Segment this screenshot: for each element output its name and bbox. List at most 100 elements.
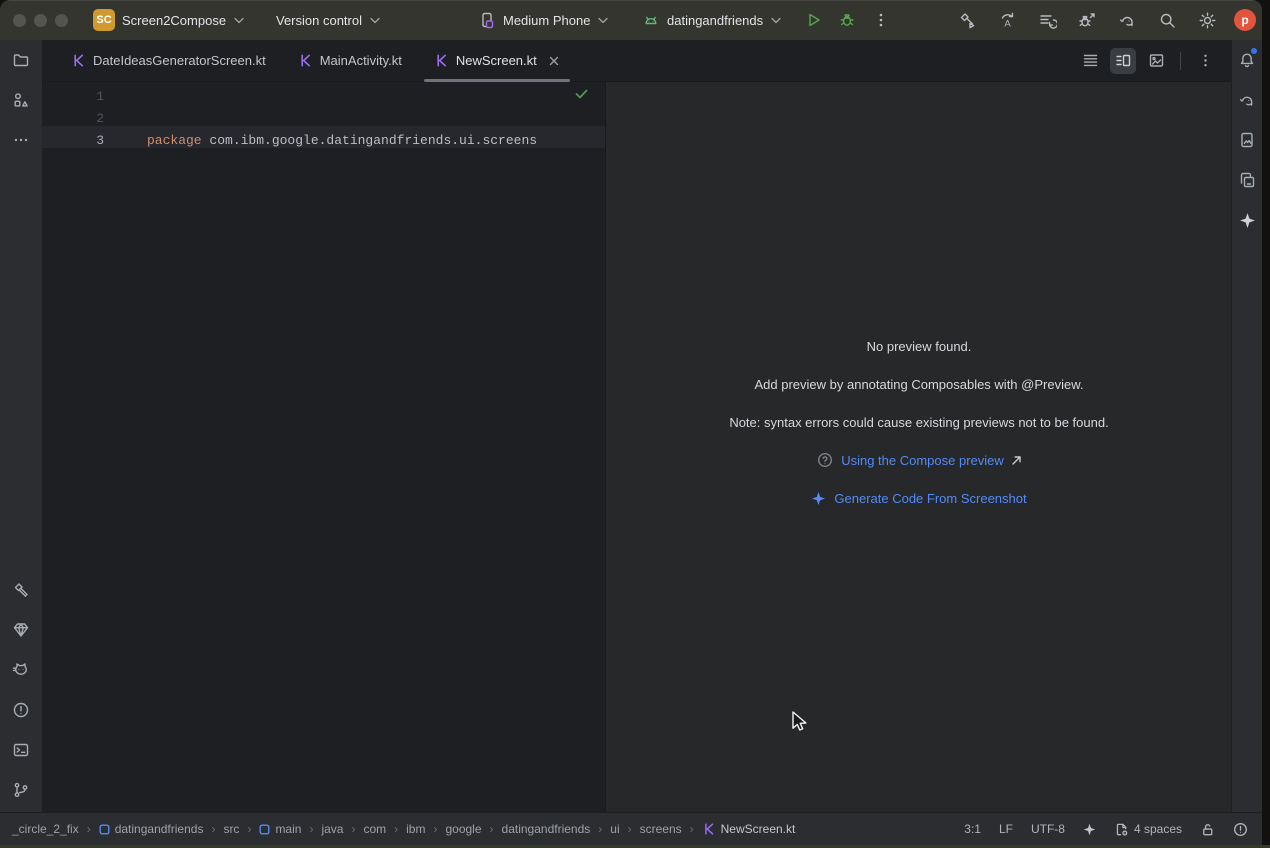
- problems-alert-icon[interactable]: [1, 690, 41, 730]
- breadcrumb-item[interactable]: java: [321, 822, 343, 836]
- divider: [1180, 52, 1181, 70]
- breadcrumb-separator: ›: [87, 822, 91, 836]
- generate-code-from-screenshot-link[interactable]: Generate Code From Screenshot: [811, 489, 1026, 507]
- breadcrumb-item[interactable]: src: [223, 822, 239, 836]
- app-quality-insights-gem-icon[interactable]: [1, 610, 41, 650]
- run-button[interactable]: [800, 6, 828, 34]
- breadcrumb-item[interactable]: datingandfriends: [502, 822, 591, 836]
- breadcrumb-item[interactable]: _circle_2_fix: [12, 822, 79, 836]
- version-control-widget[interactable]: Version control: [276, 0, 380, 40]
- breadcrumb-separator: ›: [394, 822, 398, 836]
- indent-widget[interactable]: 4 spaces: [1114, 822, 1182, 837]
- android-icon: [642, 11, 660, 29]
- run-configuration-selector[interactable]: datingandfriends: [642, 0, 781, 40]
- editor-options-kebab-icon[interactable]: [1192, 48, 1218, 74]
- syntax-note-message: Note: syntax errors could cause existing…: [729, 413, 1108, 431]
- line-separator-widget[interactable]: LF: [999, 822, 1013, 836]
- chevron-down-icon: [598, 17, 608, 24]
- terminal-icon[interactable]: [1, 730, 41, 770]
- line-number-gutter[interactable]: 1 2 3: [42, 82, 104, 152]
- breadcrumb-item-module[interactable]: main: [259, 822, 301, 836]
- breadcrumb-separator: ›: [598, 822, 602, 836]
- project-name: Screen2Compose: [122, 13, 226, 28]
- zoom-window-button[interactable]: [55, 14, 68, 27]
- chevron-down-icon: [771, 17, 781, 24]
- logcat-cat-icon[interactable]: [1, 650, 41, 690]
- more-actions-kebab-icon[interactable]: [867, 6, 895, 34]
- inspection-ok-check-icon[interactable]: [574, 86, 589, 109]
- resource-manager-icon[interactable]: [1, 80, 41, 120]
- encoding-widget[interactable]: UTF-8: [1031, 822, 1065, 836]
- compose-preview-panel: No preview found. Add preview by annotat…: [605, 82, 1232, 812]
- build-tool-hammer-icon[interactable]: [1, 570, 41, 610]
- close-window-button[interactable]: [13, 14, 26, 27]
- breadcrumb-item[interactable]: ibm: [406, 822, 425, 836]
- breadcrumb-separator: ›: [628, 822, 632, 836]
- device-manager-icon[interactable]: [1232, 160, 1262, 200]
- line-number[interactable]: 1: [42, 86, 104, 108]
- debug-button[interactable]: [833, 6, 861, 34]
- device-selector[interactable]: Medium Phone: [478, 0, 608, 40]
- titlebar-right-actions: A: [954, 0, 1256, 40]
- caret-position-widget[interactable]: 3:1: [964, 822, 981, 836]
- running-devices-icon[interactable]: [1232, 120, 1262, 160]
- add-preview-message: Add preview by annotating Composables wi…: [755, 375, 1084, 393]
- design-view-icon[interactable]: [1143, 48, 1169, 74]
- editor-view-mode-actions: [1077, 40, 1218, 81]
- breadcrumb-separator: ›: [490, 822, 494, 836]
- gradle-elephant-icon[interactable]: [1232, 80, 1262, 120]
- breadcrumb-separator: ›: [247, 822, 251, 836]
- inspections-status-icon[interactable]: [1233, 822, 1248, 837]
- settings-gear-icon[interactable]: [1194, 6, 1220, 34]
- breadcrumb-item[interactable]: screens: [640, 822, 682, 836]
- tab-label: NewScreen.kt: [456, 53, 537, 68]
- breadcrumb: _circle_2_fix › datingandfriends › src › ma…: [12, 822, 795, 836]
- tab-dateideasgeneratorscreen[interactable]: DateIdeasGeneratorScreen.kt: [55, 40, 282, 81]
- search-everywhere-icon[interactable]: [1154, 6, 1180, 34]
- breadcrumb-item[interactable]: ui: [610, 822, 619, 836]
- code-content[interactable]: package com.ibm.google.datingandfriends.…: [147, 82, 605, 196]
- code-keyword: package: [147, 133, 202, 148]
- ide-window: SC Screen2Compose Version control Medium…: [0, 0, 1262, 845]
- gemini-sparkle-icon: [811, 491, 826, 506]
- code-view-icon[interactable]: [1077, 48, 1103, 74]
- breadcrumb-separator: ›: [309, 822, 313, 836]
- more-tool-windows-icon[interactable]: [1, 120, 41, 160]
- gemini-sparkle-icon[interactable]: [1232, 200, 1262, 240]
- tab-newscreen[interactable]: NewScreen.kt: [418, 40, 576, 81]
- question-circle-icon: [817, 452, 833, 468]
- code-editor[interactable]: 1 2 3 package com.ibm.google.datingandfr…: [42, 82, 605, 812]
- split-view-icon[interactable]: [1110, 48, 1136, 74]
- version-control-branch-icon[interactable]: [1, 770, 41, 810]
- line-number[interactable]: 2: [42, 108, 104, 130]
- tab-mainactivity[interactable]: MainActivity.kt: [282, 40, 418, 81]
- unlock-icon[interactable]: [1200, 822, 1215, 837]
- no-preview-message: No preview found.: [867, 337, 972, 355]
- right-tool-rail: [1231, 40, 1262, 812]
- notifications-bell-icon[interactable]: [1232, 40, 1262, 80]
- user-avatar[interactable]: p: [1234, 9, 1256, 31]
- project-widget[interactable]: SC Screen2Compose: [93, 0, 244, 40]
- breadcrumb-item[interactable]: com: [363, 822, 386, 836]
- chevron-down-icon: [234, 17, 244, 24]
- chevron-down-icon: [370, 17, 380, 24]
- gemini-status-sparkle-icon[interactable]: [1083, 823, 1096, 836]
- attach-debugger-icon[interactable]: [1074, 6, 1100, 34]
- build-project-icon[interactable]: [954, 6, 980, 34]
- gradle-sync-icon[interactable]: [1114, 6, 1140, 34]
- breadcrumb-item-file[interactable]: NewScreen.kt: [702, 822, 796, 836]
- apply-changes-restart-icon[interactable]: A: [994, 6, 1020, 34]
- project-icon: SC: [93, 9, 115, 31]
- breadcrumb-item[interactable]: google: [445, 822, 481, 836]
- compose-preview-help-link[interactable]: Using the Compose preview: [817, 451, 1021, 469]
- apply-code-changes-icon[interactable]: [1034, 6, 1060, 34]
- left-tool-rail: [0, 40, 43, 812]
- breadcrumb-item-module[interactable]: datingandfriends: [99, 822, 204, 836]
- project-tool-folder-icon[interactable]: [1, 40, 41, 80]
- close-tab-icon[interactable]: [548, 55, 560, 67]
- minimize-window-button[interactable]: [34, 14, 47, 27]
- tab-label: MainActivity.kt: [320, 53, 402, 68]
- desktop-edge-right: [1262, 0, 1270, 848]
- line-number-current[interactable]: 3: [42, 130, 104, 152]
- breadcrumb-separator: ›: [433, 822, 437, 836]
